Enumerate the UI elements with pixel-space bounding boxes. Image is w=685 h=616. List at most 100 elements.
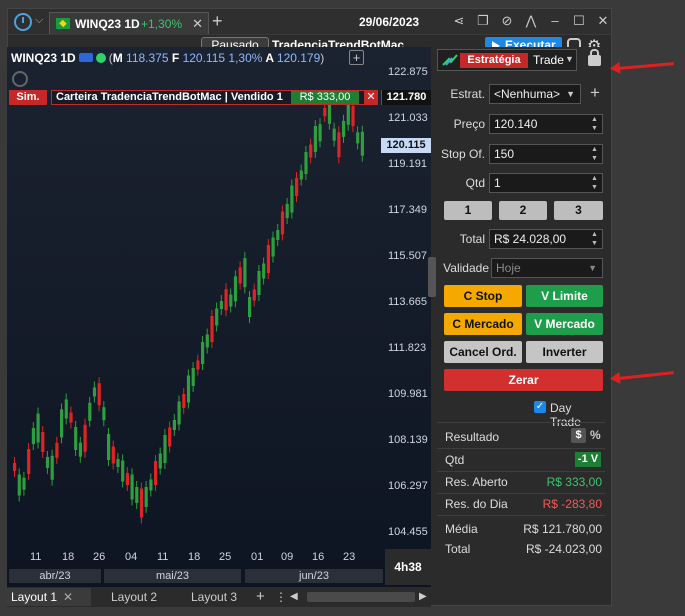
dollar-toggle[interactable]: $ xyxy=(571,428,586,443)
maximize-icon[interactable]: ☐ xyxy=(571,13,587,29)
portfolio-line[interactable]: Carteira TradenciaTrendBotMac | Vendido … xyxy=(51,90,369,105)
preco-value: 120.140 xyxy=(494,117,538,131)
candle xyxy=(332,128,336,141)
estrat-select[interactable]: <Nenhuma> ▼ xyxy=(489,84,581,104)
portfolio-pnl: R$ 333,00 xyxy=(291,91,359,104)
add-tab-button[interactable]: + xyxy=(212,11,223,32)
lock-icon[interactable] xyxy=(588,49,601,66)
daytrade-checkbox[interactable]: ✓ xyxy=(534,401,546,413)
y-tick-label: 106.297 xyxy=(388,480,428,492)
clock-icon[interactable] xyxy=(14,13,32,31)
strategy-selector[interactable]: Estratégia Trade ▼ xyxy=(437,49,577,71)
candle xyxy=(337,132,341,158)
candle xyxy=(116,459,120,467)
divider xyxy=(437,515,605,516)
tab-layout-3[interactable]: Layout 3 xyxy=(191,588,251,606)
order-panel: Estratégia Trade ▼ Estrat. <Nenhuma> ▼ + … xyxy=(437,47,605,587)
preco-input[interactable]: 120.140 ▲ ▼ xyxy=(489,114,603,134)
dia-value: R$ -283,80 xyxy=(542,497,602,511)
close-tab-icon[interactable]: ✕ xyxy=(192,16,203,32)
candlestick-plot xyxy=(13,89,364,524)
stop-input[interactable]: 150 ▲ ▼ xyxy=(489,144,603,164)
candle xyxy=(219,301,223,309)
x-tick-label: 23 xyxy=(343,551,356,563)
y-tick-label: 108.139 xyxy=(388,434,428,446)
close-icon[interactable]: ✕ xyxy=(595,13,611,29)
total-value: R$ 24.028,00 xyxy=(494,232,567,246)
validade-select[interactable]: Hoje ▼ xyxy=(491,258,603,278)
candle xyxy=(285,204,289,218)
candle xyxy=(280,211,285,235)
c-stop-button[interactable]: C Stop xyxy=(444,285,522,307)
exchange-icon xyxy=(78,53,93,62)
cancel-orders-button[interactable]: Cancel Ord. xyxy=(444,341,522,363)
chart-mode-icon[interactable]: ⋀ xyxy=(523,13,539,29)
link-icon[interactable]: ⊘ xyxy=(499,13,515,29)
scroll-right-icon[interactable]: ▶ xyxy=(419,588,429,606)
chart-symbol: WINQ23 1D xyxy=(11,51,76,65)
list-layouts-icon[interactable]: ⋮ xyxy=(275,588,287,606)
total-label: Total xyxy=(459,232,485,246)
candle xyxy=(31,428,35,445)
portfolio-text: Carteira TradenciaTrendBotMac | Vendido … xyxy=(56,91,283,103)
y-tick-label: 111.823 xyxy=(388,342,427,354)
v-limite-button[interactable]: V Limite xyxy=(526,285,603,307)
c-mercado-button[interactable]: C Mercado xyxy=(444,313,522,335)
quick-qty-1-button[interactable]: 1 xyxy=(444,201,492,220)
resultado-label: Resultado xyxy=(445,430,500,444)
quick-qty-2-button[interactable]: 2 xyxy=(499,201,547,220)
minimize-icon[interactable]: – xyxy=(547,13,563,29)
zerar-button[interactable]: Zerar xyxy=(444,369,603,391)
detach-icon[interactable]: ❐ xyxy=(475,13,491,29)
candle xyxy=(290,185,294,213)
candle xyxy=(50,455,54,480)
tab-symbol: WINQ23 1D xyxy=(75,17,140,31)
annotation-arrow-zerar xyxy=(617,371,674,380)
add-estrat-button[interactable]: + xyxy=(590,83,600,103)
tab-layout-1[interactable]: Layout 1 ✕ xyxy=(7,588,91,606)
estrat-value: <Nenhuma> xyxy=(494,87,561,101)
total-input[interactable]: R$ 24.028,00 ▲ ▼ xyxy=(489,229,603,249)
preco-spinner[interactable]: ▲ ▼ xyxy=(591,115,599,133)
tab-winq23[interactable]: WINQ23 1D +1,30% ✕ xyxy=(49,12,209,34)
v-mercado-button[interactable]: V Mercado xyxy=(526,313,603,335)
validade-label: Validade xyxy=(443,261,489,275)
candle xyxy=(205,334,209,348)
candle xyxy=(144,487,148,507)
qtd-input[interactable]: 1 ▲ ▼ xyxy=(489,173,603,193)
close-position-icon[interactable]: ✕ xyxy=(364,90,378,105)
preco-label: Preço xyxy=(453,117,485,131)
chevron-down-icon: ▼ xyxy=(565,54,574,64)
window-controls: ⋖ ❐ ⊘ ⋀ – ☐ ✕ xyxy=(451,13,611,31)
aberto-label: Res. Aberto xyxy=(445,475,508,489)
stop-spinner[interactable]: ▲ ▼ xyxy=(591,145,599,163)
zoom-icon[interactable] xyxy=(12,71,28,87)
total-spinner[interactable]: ▲ ▼ xyxy=(591,230,599,248)
vertical-scroll-handle[interactable] xyxy=(428,257,436,297)
candle xyxy=(360,131,364,156)
quick-qty-3-button[interactable]: 3 xyxy=(554,201,603,220)
candle xyxy=(88,402,92,421)
candle xyxy=(177,401,181,425)
tab-layout-2[interactable]: Layout 2 xyxy=(111,588,171,606)
month-label: abr/23 xyxy=(9,569,101,583)
scroll-left-icon[interactable]: ◀ xyxy=(290,588,300,606)
horizontal-scrollbar[interactable] xyxy=(307,592,415,602)
price-chart[interactable]: WINQ23 1D (M 118.375 F 120.115 1,30% A 12… xyxy=(7,47,436,587)
percent-toggle[interactable]: % xyxy=(590,428,601,442)
chevron-down-icon[interactable]: ⌵ xyxy=(35,14,43,27)
candle xyxy=(201,342,205,364)
x-tick-label: 11 xyxy=(157,551,169,563)
invert-button[interactable]: Inverter xyxy=(526,341,603,363)
f-value: 120.115 xyxy=(182,51,226,65)
candle xyxy=(313,126,317,152)
qtd-spinner[interactable]: ▲ ▼ xyxy=(591,174,599,192)
close-layout-icon[interactable]: ✕ xyxy=(63,590,73,604)
add-indicator-button[interactable]: + xyxy=(349,50,364,65)
divider xyxy=(437,448,605,449)
add-layout-button[interactable]: + xyxy=(256,588,270,606)
share-icon[interactable]: ⋖ xyxy=(451,13,467,29)
pct-value: 1,30% xyxy=(228,51,263,65)
candle xyxy=(83,424,87,452)
y-tick-label: 119.191 xyxy=(388,158,427,170)
